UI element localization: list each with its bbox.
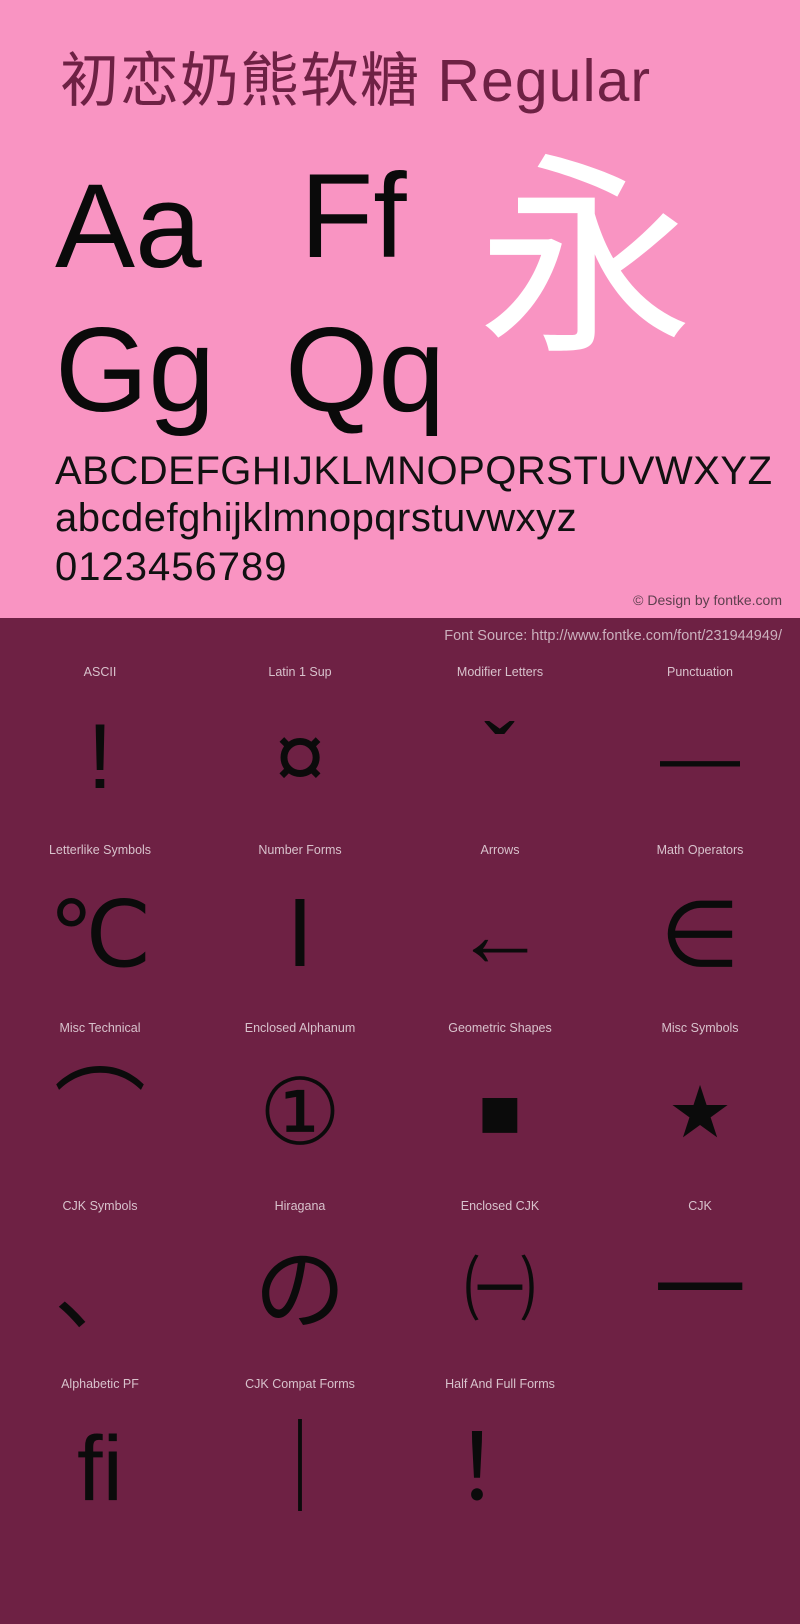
block-label: Alphabetic PF bbox=[61, 1377, 139, 1391]
block-cell-cjk-symbols: CJK Symbols 、 bbox=[0, 1190, 200, 1368]
degree-celsius-glyph: ℃ bbox=[48, 884, 152, 986]
block-cell-number-forms: Number Forms Ⅰ bbox=[200, 834, 400, 1012]
fullwidth-vertical-line-glyph: ｜ bbox=[253, 1418, 346, 1520]
block-cell-half-and-full-forms: Half And Full Forms ！ bbox=[400, 1368, 600, 1546]
block-cell-alphabetic-pf: Alphabetic PF ﬁ bbox=[0, 1368, 200, 1546]
font-title: 初恋奶熊软糖 Regular bbox=[60, 52, 651, 111]
block-cell-empty bbox=[600, 1368, 800, 1546]
sample-ff: Ff bbox=[300, 149, 407, 283]
sample-cjk: 永 bbox=[478, 139, 693, 380]
font-title-text: 初恋奶熊软糖 Regular bbox=[60, 48, 652, 114]
caron-glyph: ˇ bbox=[484, 706, 516, 808]
block-cell-enclosed-cjk: Enclosed CJK ㈠ bbox=[400, 1190, 600, 1368]
block-cell-geometric-shapes: Geometric Shapes ■ bbox=[400, 1012, 600, 1190]
em-dash-glyph: — bbox=[660, 712, 740, 801]
fullwidth-exclamation-mark-glyph: ！ bbox=[453, 1418, 546, 1520]
ideographic-comma-glyph: 、 bbox=[53, 1240, 146, 1342]
block-cell-misc-symbols: Misc Symbols ★ bbox=[600, 1012, 800, 1190]
block-label: Letterlike Symbols bbox=[48, 843, 152, 857]
block-cell-latin-1-sup: Latin 1 Sup ¤ bbox=[200, 656, 400, 834]
unicode-block-grid-panel: Font Source: http://www.fontke.com/font/… bbox=[0, 618, 800, 1624]
ideograph-one-glyph: 一 bbox=[653, 1240, 746, 1342]
element-of-glyph: ∈ bbox=[659, 884, 741, 986]
block-cell-math-operators: Math Operators ∈ bbox=[600, 834, 800, 1012]
block-label: ASCII bbox=[83, 665, 117, 679]
block-label: Enclosed Alphanum bbox=[244, 1021, 356, 1035]
block-label: Enclosed CJK bbox=[460, 1199, 540, 1213]
block-cell-letterlike-symbols: Letterlike Symbols ℃ bbox=[0, 834, 200, 1012]
block-label: Number Forms bbox=[258, 843, 342, 857]
font-specimen-page: 初恋奶熊软糖 Regular Aa Ff Gg Qq 永 ABCDEFGHIJK… bbox=[0, 0, 800, 1624]
block-cell-misc-technical: Misc Technical ⌒ bbox=[0, 1012, 200, 1190]
sample-gg: Gg bbox=[55, 303, 216, 437]
currency-sign-glyph: ¤ bbox=[274, 706, 326, 808]
block-label: Latin 1 Sup bbox=[268, 665, 332, 679]
font-source-link[interactable]: Font Source: http://www.fontke.com/font/… bbox=[444, 628, 782, 644]
leftwards-arrow-glyph: ← bbox=[454, 884, 546, 986]
big-sample-row: Aa Ff Gg Qq 永 bbox=[0, 139, 800, 437]
black-star-glyph: ★ bbox=[667, 1073, 733, 1153]
block-label: Hiragana bbox=[274, 1199, 326, 1213]
block-cell-arrows: Arrows ← bbox=[400, 834, 600, 1012]
lowercase-row: abcdefghijklmnopqrstuvwxyz bbox=[55, 496, 578, 540]
block-cell-ascii: ASCII ! bbox=[0, 656, 200, 834]
block-label: Geometric Shapes bbox=[448, 1021, 552, 1035]
copyright-notice: © Design by fontke.com bbox=[633, 592, 782, 608]
block-cell-modifier-letters: Modifier Letters ˇ bbox=[400, 656, 600, 834]
black-square-glyph: ■ bbox=[478, 1073, 522, 1153]
block-label: CJK Symbols bbox=[62, 1199, 138, 1213]
hiragana-no-glyph: の bbox=[253, 1240, 346, 1342]
block-cell-punctuation: Punctuation — bbox=[600, 656, 800, 834]
block-cell-hiragana: Hiragana の bbox=[200, 1190, 400, 1368]
digits-row: 0123456789 bbox=[55, 545, 288, 589]
circled-digit-one-glyph: ① bbox=[258, 1062, 342, 1164]
unicode-block-grid: ASCII ! Latin 1 Sup ¤ Modifier Letters ˇ… bbox=[0, 656, 800, 1546]
block-label: Misc Symbols bbox=[661, 1021, 739, 1035]
block-label: Arrows bbox=[480, 843, 520, 857]
block-label: Punctuation bbox=[666, 665, 734, 679]
block-label: Math Operators bbox=[656, 843, 744, 857]
block-label: CJK Compat Forms bbox=[245, 1377, 355, 1391]
block-cell-cjk-compat-forms: CJK Compat Forms ｜ bbox=[200, 1368, 400, 1546]
roman-numeral-one-glyph: Ⅰ bbox=[286, 884, 314, 986]
block-label: CJK bbox=[688, 1199, 712, 1213]
uppercase-row: ABCDEFGHIJKLMNOPQRSTUVWXYZ bbox=[55, 449, 773, 493]
block-label: Modifier Letters bbox=[456, 665, 544, 679]
block-label: Half And Full Forms bbox=[445, 1377, 555, 1391]
specimen-panel: 初恋奶熊软糖 Regular Aa Ff Gg Qq 永 ABCDEFGHIJK… bbox=[0, 0, 800, 618]
block-label: Misc Technical bbox=[59, 1021, 141, 1035]
block-cell-enclosed-alphanum: Enclosed Alphanum ① bbox=[200, 1012, 400, 1190]
block-cell-cjk: CJK 一 bbox=[600, 1190, 800, 1368]
sample-qq: Qq bbox=[285, 303, 446, 437]
exclamation-mark-glyph: ! bbox=[87, 706, 113, 808]
parenthesized-ideograph-one-glyph: ㈠ bbox=[463, 1251, 536, 1331]
arc-glyph: ⌒ bbox=[53, 1062, 146, 1164]
fi-ligature-glyph: ﬁ bbox=[77, 1418, 123, 1520]
alphabet-block: ABCDEFGHIJKLMNOPQRSTUVWXYZ abcdefghijklm… bbox=[55, 448, 773, 592]
sample-aa: Aa bbox=[55, 159, 202, 293]
